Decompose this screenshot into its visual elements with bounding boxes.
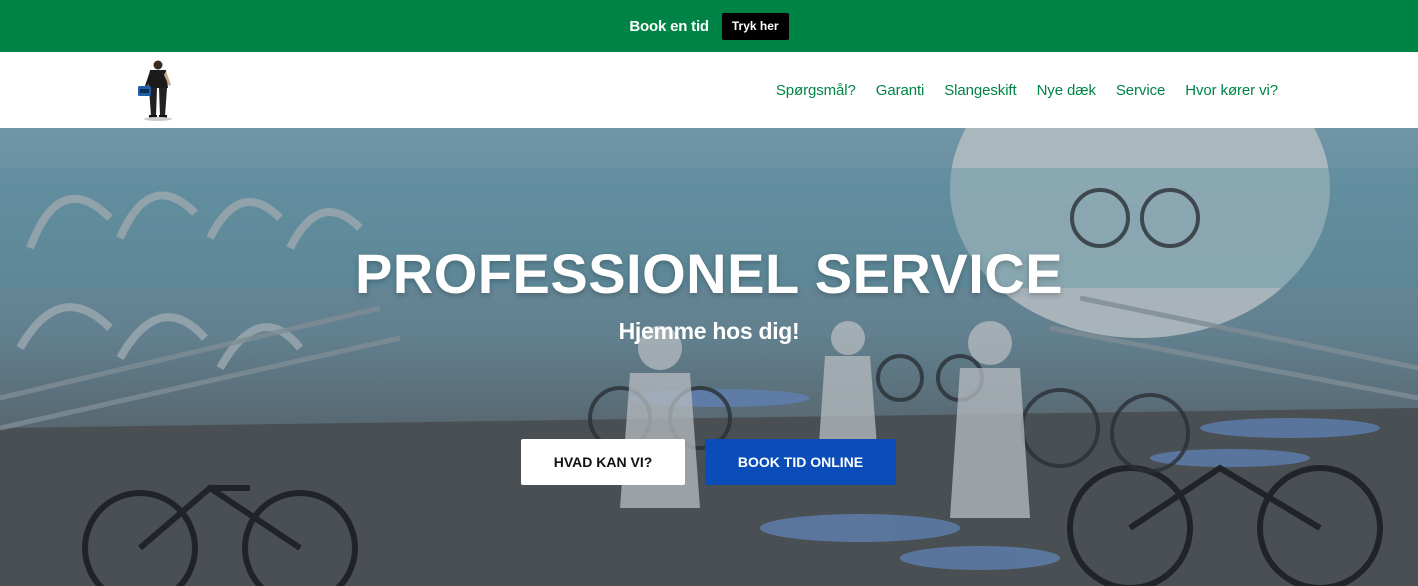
nav-item-warranty[interactable]: Garanti bbox=[876, 82, 925, 99]
main-navigation: Spørgsmål? Garanti Slangeskift Nye dæk S… bbox=[756, 52, 1278, 128]
hero-section: PROFESSIONEL SERVICE Hjemme hos dig! HVA… bbox=[0, 128, 1418, 586]
site-header: Spørgsmål? Garanti Slangeskift Nye dæk S… bbox=[0, 52, 1418, 128]
nav-item-new-tires[interactable]: Nye dæk bbox=[1037, 82, 1096, 99]
hero-title: PROFESSIONEL SERVICE bbox=[354, 242, 1064, 305]
announcement-button[interactable]: Tryk her bbox=[721, 12, 789, 40]
nav-item-locations[interactable]: Hvor kører vi? bbox=[1185, 82, 1278, 99]
what-can-we-do-button[interactable]: HVAD KAN VI? bbox=[521, 439, 685, 485]
hero-subtitle: Hjemme hos dig! bbox=[618, 318, 800, 344]
nav-item-faq[interactable]: Spørgsmål? bbox=[776, 82, 856, 99]
mechanic-logo-icon[interactable] bbox=[136, 58, 180, 122]
announcement-text: Book en tid bbox=[629, 17, 709, 35]
book-online-button[interactable]: BOOK TID ONLINE bbox=[705, 439, 896, 485]
hero-background-image bbox=[0, 128, 1418, 586]
announcement-bar: Book en tid Tryk her bbox=[0, 0, 1418, 52]
nav-item-service[interactable]: Service bbox=[1116, 82, 1165, 99]
nav-item-tube-change[interactable]: Slangeskift bbox=[944, 82, 1016, 99]
